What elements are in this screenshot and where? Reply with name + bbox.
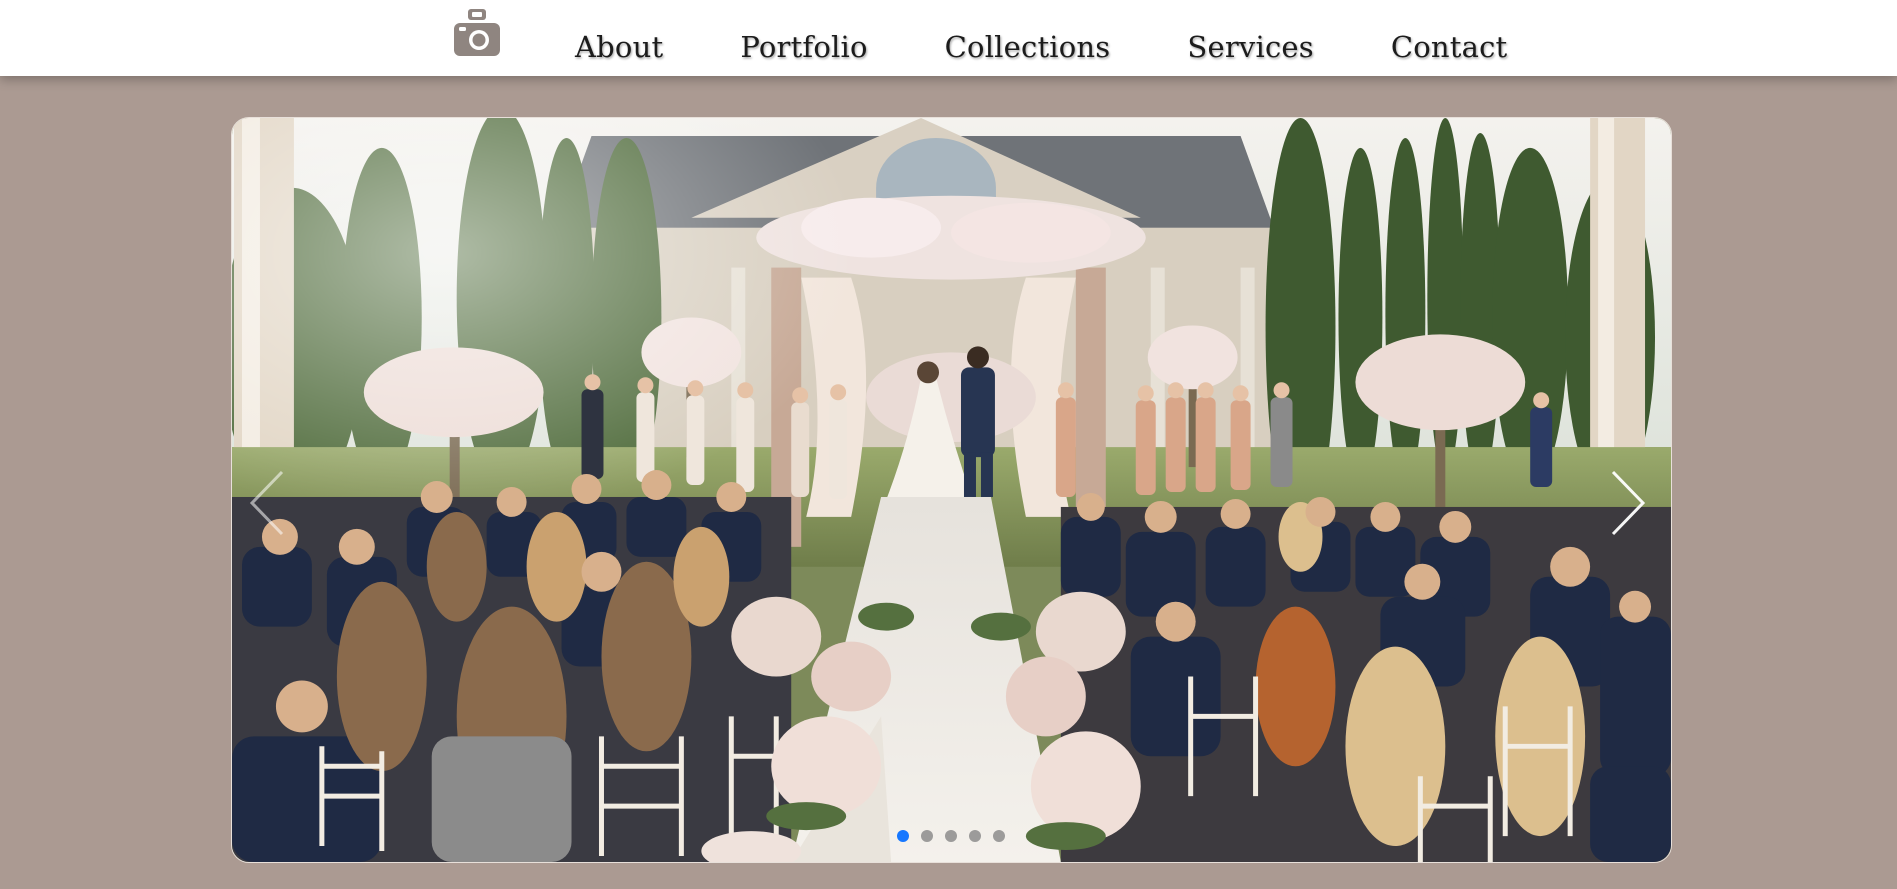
slide-indicator-4[interactable]	[969, 830, 981, 842]
nav-links: About Portfolio Collections Services Con…	[575, 30, 1507, 64]
chevron-right-icon	[1611, 470, 1646, 536]
chevron-left-icon	[249, 470, 284, 536]
slide-indicators	[897, 830, 1005, 842]
camera-icon[interactable]	[453, 8, 501, 58]
nav-link-collections[interactable]: Collections	[945, 30, 1111, 64]
slide-indicator-2[interactable]	[921, 830, 933, 842]
top-navigation-bar: About Portfolio Collections Services Con…	[0, 0, 1897, 76]
slide-indicator-3[interactable]	[945, 830, 957, 842]
slide-indicator-1[interactable]	[897, 830, 909, 842]
nav-link-services[interactable]: Services	[1187, 30, 1313, 64]
hero-image-slider[interactable]	[231, 117, 1672, 863]
slide-indicator-5[interactable]	[993, 830, 1005, 842]
nav-link-portfolio[interactable]: Portfolio	[740, 30, 867, 64]
nav-link-about[interactable]: About	[575, 30, 663, 64]
slider-next-button[interactable]	[1597, 458, 1657, 548]
slider-prev-button[interactable]	[238, 458, 298, 548]
nav-link-contact[interactable]: Contact	[1391, 30, 1508, 64]
wedding-ceremony-image	[232, 118, 1671, 862]
